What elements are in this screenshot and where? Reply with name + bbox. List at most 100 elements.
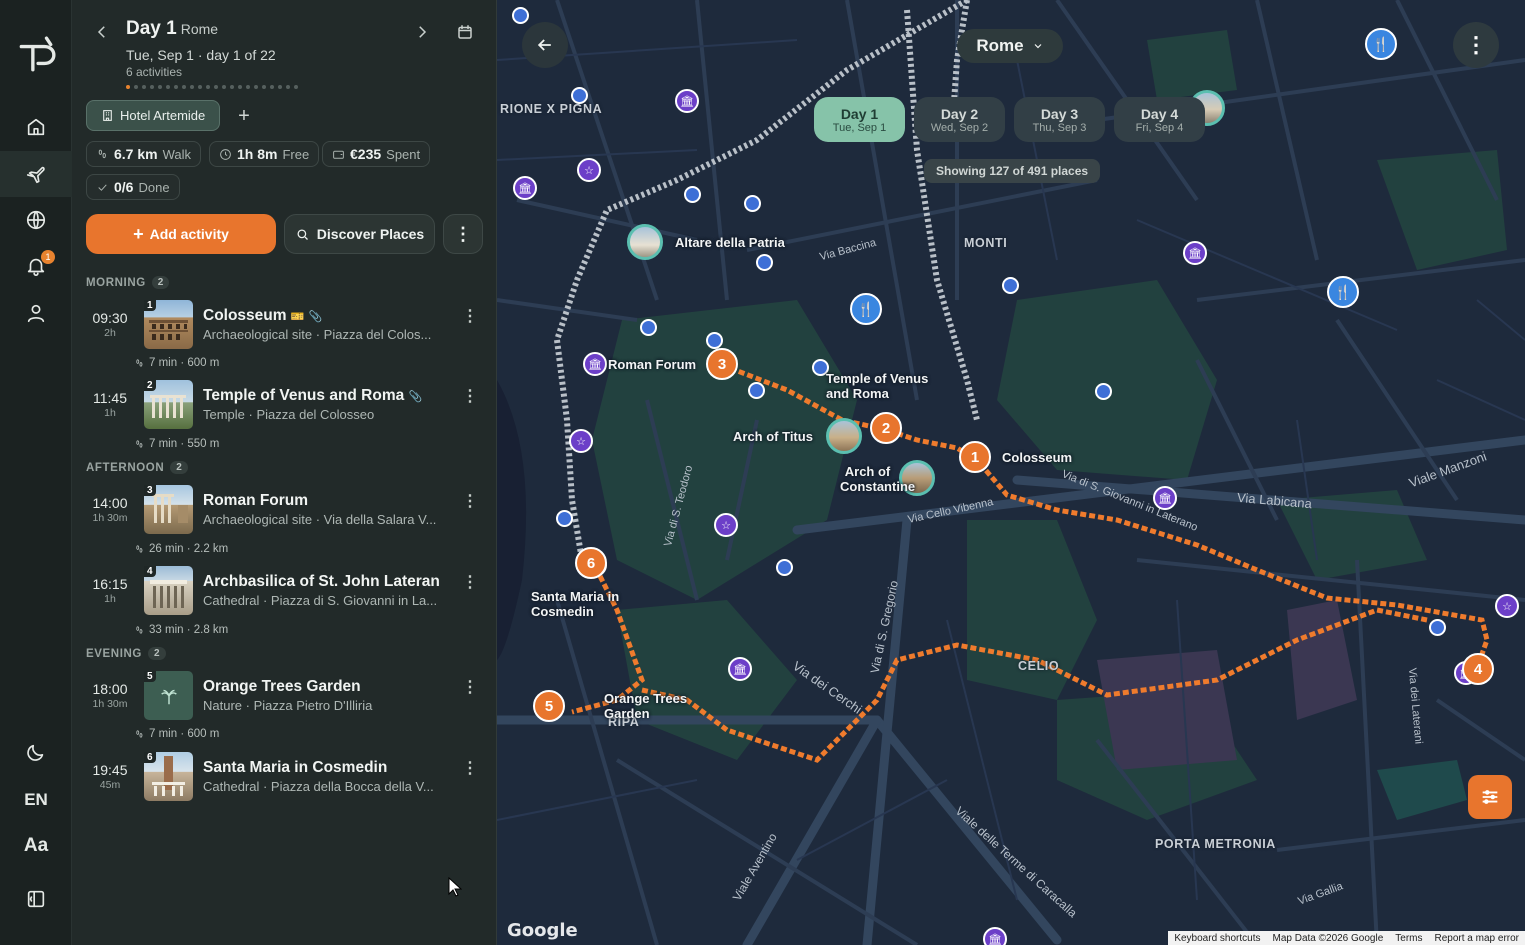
globe-icon[interactable] [0,197,72,243]
language-toggle[interactable]: EN [0,777,72,823]
museum-pin[interactable]: 🏛 [728,657,752,681]
place-pin[interactable] [571,87,588,104]
day-dot [134,85,138,89]
stop-marker[interactable]: 4 [1462,653,1494,685]
place-pin[interactable] [1002,277,1019,294]
tab-day-4[interactable]: Day 4 Fri, Sep 4 [1114,97,1205,142]
activity-item[interactable]: 19:45 45m 6 Santa Maria in Cosmedin Cath… [72,752,497,804]
place-pin[interactable] [1095,383,1112,400]
attraction-pin[interactable]: ☆ [1495,594,1519,618]
discover-places-button[interactable]: Discover Places [284,214,435,254]
place-pin[interactable] [1429,619,1446,636]
plus-icon: + [133,223,144,244]
tab-day-3[interactable]: Day 3 Thu, Sep 3 [1014,97,1105,142]
museum-pin[interactable]: 🏛 [1153,486,1177,510]
more-options-button[interactable]: ⋮ [443,214,483,254]
museum-pin[interactable]: 🏛 [583,352,607,376]
place-pin[interactable] [512,7,529,24]
district-label: MONTI [964,236,1008,250]
place-pin[interactable] [640,319,657,336]
attraction-pin[interactable]: ☆ [577,158,601,182]
activity-menu-button[interactable]: ⋮ [462,575,478,602]
home-icon[interactable] [0,104,72,150]
stop-marker[interactable]: 1 [959,441,991,473]
restaurant-pin[interactable]: 🍴 [1327,276,1359,308]
attraction-pin[interactable]: ☆ [569,429,593,453]
activity-name: Roman Forum [203,492,309,509]
landmark-photo-marker[interactable] [627,224,663,260]
activity-meta: Nature · Piazza Pietro D'Illiria [203,698,373,713]
day-dot [142,85,146,89]
restaurant-pin[interactable]: 🍴 [1365,28,1397,60]
activity-time: 19:45 [92,762,128,778]
museum-pin[interactable]: 🏛 [983,927,1007,945]
activity-item[interactable]: 14:00 1h 30m 3 Roman Forum Archaeologica… [72,485,497,537]
place-pin[interactable] [706,332,723,349]
check-icon [98,183,107,191]
museum-pin[interactable]: 🏛 [675,89,699,113]
attraction-pin[interactable]: ☆ [714,513,738,537]
stop-marker[interactable]: 6 [575,547,607,579]
app-logo[interactable] [0,30,72,80]
activity-number: 1 [144,300,156,311]
day-dot [238,85,242,89]
bell-icon[interactable]: 1 [0,243,72,289]
place-pin[interactable] [556,510,573,527]
activity-menu-button[interactable]: ⋮ [462,761,478,788]
map-attribution: Keyboard shortcuts Map Data ©2026 Google… [1168,931,1525,945]
activity-menu-button[interactable]: ⋮ [462,680,478,707]
mouse-cursor-icon [448,877,462,897]
moon-icon[interactable] [0,730,72,776]
font-size-toggle[interactable]: Aa [0,823,72,869]
activity-time: 18:00 [92,681,128,697]
activity-menu-button[interactable]: ⋮ [462,494,478,521]
stop-marker[interactable]: 5 [533,690,565,722]
stop-marker[interactable]: 3 [706,348,738,380]
next-day-button[interactable] [410,20,434,44]
activity-menu-button[interactable]: ⋮ [462,389,478,416]
activity-item[interactable]: 18:00 1h 30m 5 Orange Trees Garden Natur… [72,671,497,723]
museum-pin[interactable]: 🏛 [1183,241,1207,265]
activity-item[interactable]: 16:15 1h 4 Archbasilica of St. John Late… [72,566,497,618]
clock-icon [220,148,231,160]
ticket-icon: 🎫 [290,311,305,323]
place-pin[interactable] [776,559,793,576]
restaurant-pin[interactable]: 🍴 [850,293,882,325]
place-pin[interactable] [684,186,701,203]
wallet-icon [333,150,344,159]
attachment-icon: 📎 [308,311,323,323]
place-pin[interactable] [748,382,765,399]
day-dot [206,85,210,89]
back-button[interactable] [522,22,568,68]
terms-link[interactable]: Terms [1395,933,1422,944]
day-dot [182,85,186,89]
sidebar-toggle-icon[interactable] [0,876,72,922]
tab-day-2[interactable]: Day 2 Wed, Sep 2 [914,97,1005,142]
day-dot [294,85,298,89]
activity-item[interactable]: 11:45 1h 2 Temple of Venus and Roma 📎 Te… [72,380,497,432]
user-icon[interactable] [0,290,72,336]
place-pin[interactable] [744,195,761,212]
city-selector[interactable]: Rome [957,29,1063,63]
map-menu-button[interactable]: ⋮ [1453,22,1499,68]
place-pin[interactable] [756,254,773,271]
activity-item[interactable]: 09:30 2h 1 Colosseum 🎫 📎 Archaeological … [72,300,497,352]
hotel-chip[interactable]: Hotel Artemide [86,100,221,131]
activity-count: 6 activities [126,65,183,79]
map-view[interactable]: RIONE X PIGNA MONTI CELIO RIPA PORTA MET… [497,0,1525,945]
stop-marker[interactable]: 2 [870,412,902,444]
map-filter-button[interactable] [1468,775,1512,819]
keyboard-shortcuts-link[interactable]: Keyboard shortcuts [1174,933,1260,944]
prev-day-button[interactable] [90,20,114,44]
add-hotel-button[interactable]: + [232,104,256,128]
trips-plane-icon[interactable] [0,151,72,197]
activity-meta: Cathedral · Piazza della Bocca della V..… [203,779,434,794]
calendar-icon[interactable] [453,20,477,44]
tab-day-1[interactable]: Day 1 Tue, Sep 1 [814,97,905,142]
day-dot [246,85,250,89]
report-error-link[interactable]: Report a map error [1435,933,1519,944]
activity-menu-button[interactable]: ⋮ [462,309,478,336]
museum-pin[interactable]: 🏛 [513,176,537,200]
landmark-photo-marker[interactable] [826,418,862,454]
add-activity-button[interactable]: + Add activity [86,214,276,254]
